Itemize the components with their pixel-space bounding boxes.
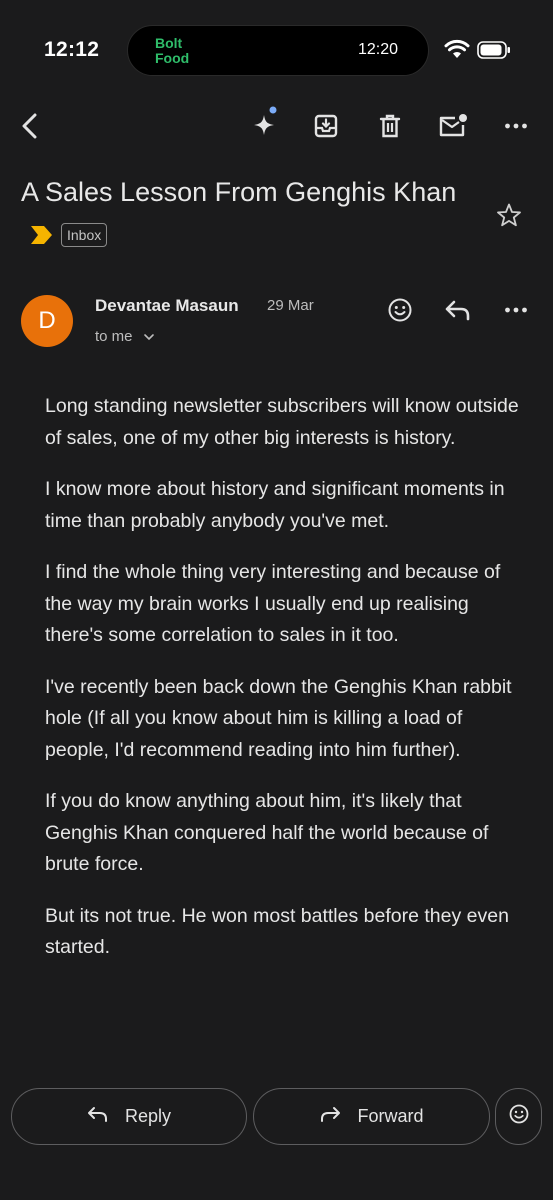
wifi-icon xyxy=(444,38,470,60)
bolt-food-logo: Bolt Food xyxy=(155,35,190,66)
sender-avatar[interactable]: D xyxy=(21,295,73,347)
email-subject: A Sales Lesson From Genghis Khan Inbox xyxy=(21,171,461,261)
body-paragraph: But its not true. He won most battles be… xyxy=(45,904,509,959)
reply-arrow-icon xyxy=(87,1105,109,1128)
island-timer: 12:20 xyxy=(357,41,398,58)
emoji-icon xyxy=(508,1103,530,1130)
mark-unread-icon[interactable] xyxy=(433,106,473,146)
star-icon[interactable] xyxy=(496,202,522,233)
status-bar: 12:12 Bolt Food 12:20 xyxy=(0,0,553,100)
recipient-details[interactable]: to me xyxy=(95,328,155,345)
emoji-reaction-button[interactable] xyxy=(495,1088,542,1145)
email-body: Long standing newsletter subscribers wil… xyxy=(45,391,520,1074)
email-date: 29 Mar xyxy=(267,297,314,314)
dynamic-island: Bolt Food 12:20 xyxy=(127,25,429,76)
body-paragraph: I've recently been back down the Genghis… xyxy=(45,675,512,761)
forward-arrow-icon xyxy=(319,1105,341,1128)
bottom-action-bar: Reply Forward xyxy=(0,1076,553,1200)
add-reaction-icon[interactable] xyxy=(380,290,420,330)
delete-icon[interactable] xyxy=(370,106,410,146)
status-clock: 12:12 xyxy=(44,38,100,61)
body-paragraph: I find the whole thing very interesting … xyxy=(45,561,501,646)
reply-button[interactable]: Reply xyxy=(11,1088,247,1145)
recipient-text: to me xyxy=(95,328,133,345)
archive-icon[interactable] xyxy=(306,106,346,146)
important-marker-icon[interactable] xyxy=(31,214,53,257)
gemini-sparkle-icon[interactable] xyxy=(244,106,284,146)
subject-text: A Sales Lesson From Genghis Khan xyxy=(21,177,457,207)
reply-icon[interactable] xyxy=(438,290,478,330)
body-paragraph: Long standing newsletter subscribers wil… xyxy=(45,395,519,449)
back-icon[interactable] xyxy=(10,106,50,146)
sender-name[interactable]: Devantae Masaun xyxy=(95,296,239,316)
inbox-label-chip[interactable]: Inbox xyxy=(61,223,108,247)
battery-icon xyxy=(477,41,511,59)
more-options-icon[interactable] xyxy=(496,106,536,146)
app-bar xyxy=(0,100,553,156)
forward-label: Forward xyxy=(357,1106,424,1126)
chevron-down-icon[interactable] xyxy=(143,328,155,345)
message-more-icon[interactable] xyxy=(496,290,536,330)
reply-label: Reply xyxy=(124,1106,172,1126)
forward-button[interactable]: Forward xyxy=(253,1088,490,1145)
body-paragraph: If you do know anything about him, it's … xyxy=(45,790,489,875)
body-paragraph: I know more about history and significan… xyxy=(45,478,505,532)
